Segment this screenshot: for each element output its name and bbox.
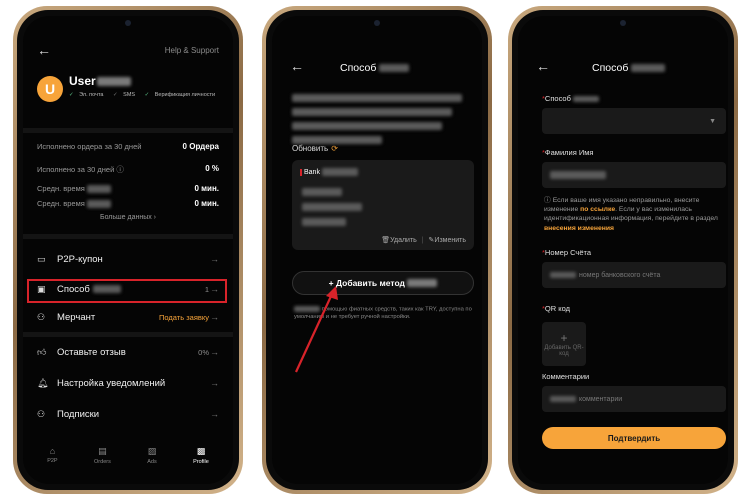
profile-screen: ← Help & Support U User ✓ Эл. почта ✓ SM…: [23, 16, 233, 484]
help-support-link[interactable]: Help & Support: [165, 46, 219, 55]
back-arrow-icon[interactable]: ←: [37, 42, 51, 58]
refresh-button[interactable]: Обновить ⟳: [292, 144, 338, 153]
delete-button[interactable]: 🗑︎Удалить: [381, 237, 417, 244]
trash-icon: 🗑︎: [381, 237, 391, 244]
qr-label: *QR код: [542, 304, 571, 313]
bank-name: Bank: [300, 168, 358, 176]
red-arrow-annotation: [295, 286, 338, 373]
menu-p2p-coupon[interactable]: ▭ P2P-купон →: [37, 248, 219, 270]
camera-dot: [620, 20, 626, 26]
divider: [23, 332, 233, 337]
payment-method-card: Bank 🗑︎Удалить | ✎Изменить: [292, 160, 474, 250]
edit-button[interactable]: ✎Изменить: [429, 237, 466, 244]
orders-icon: ▤: [98, 446, 107, 456]
card-actions: 🗑︎Удалить | ✎Изменить: [381, 237, 466, 244]
highlight-box: [27, 279, 227, 303]
plus-icon: +: [560, 331, 568, 345]
avatar: U: [37, 76, 63, 102]
name-label: *Фамилия Имя: [542, 148, 594, 157]
merchant-icon: ⚇: [37, 311, 46, 322]
tab-profile[interactable]: ▩ Profile: [193, 446, 209, 474]
info-icon: ⓘ: [116, 165, 124, 174]
arrow-right-icon: →: [210, 409, 219, 419]
qr-upload-box[interactable]: + Добавить QR-код: [542, 322, 586, 366]
stat-row: Исполнено за 30 дней ⓘ 0 %: [37, 164, 219, 174]
bell-icon: 🔔︎: [37, 377, 49, 388]
confirm-button[interactable]: Подтвердить: [542, 427, 726, 449]
comments-field[interactable]: комментарии: [542, 386, 726, 412]
payment-methods-screen: ← Способ Обновить ⟳ Bank 🗑︎Удалить | ✎Из…: [272, 16, 482, 484]
users-icon: ⚇: [37, 408, 46, 419]
home-icon: ⌂: [49, 446, 56, 456]
thumbs-up-icon: 👍︎: [37, 346, 47, 357]
arrow-right-icon: →: [210, 254, 219, 264]
tab-orders[interactable]: ▤ Orders: [94, 446, 111, 474]
info-icon: ⓘ: [544, 197, 551, 204]
phone-profile: ← Help & Support U User ✓ Эл. почта ✓ SM…: [13, 6, 243, 494]
divider: [23, 234, 233, 239]
tab-bar: ⌂ P2P ▤ Orders ▨ Ads ▩ Profile: [29, 446, 227, 474]
divider: [23, 128, 233, 133]
name-info-text: ⓘ Если ваше имя указано неправильно, вне…: [544, 197, 718, 232]
blurred-description: [292, 94, 462, 144]
back-arrow-icon[interactable]: ←: [290, 58, 304, 74]
account-number-field[interactable]: номер банковского счёта: [542, 262, 726, 288]
comments-label: Комментарии: [542, 372, 590, 381]
stat-row: Средн. время 0 мин.: [37, 184, 219, 194]
check-icon: ✓: [69, 92, 74, 98]
menu-notifications[interactable]: 🔔︎ Настройка уведомлений →: [37, 372, 219, 394]
page-title: Способ: [592, 62, 666, 74]
back-arrow-icon[interactable]: ←: [536, 58, 550, 74]
refresh-icon: ⟳: [331, 144, 338, 153]
tab-ads[interactable]: ▨ Ads: [147, 446, 156, 474]
blurred-card-details: [302, 188, 362, 226]
arrow-right-icon: →: [210, 347, 219, 357]
change-link[interactable]: по ссылке: [580, 206, 615, 213]
menu-subscriptions[interactable]: ⚇ Подписки →: [37, 403, 219, 425]
check-icon: ✓: [144, 92, 150, 98]
arrow-right-icon: →: [210, 312, 219, 322]
more-data-link[interactable]: Больше данных ›: [23, 214, 233, 221]
change-section-link[interactable]: внесения изменения: [544, 225, 614, 232]
menu-merchant[interactable]: ⚇ Мерчант Подать заявку →: [37, 306, 219, 328]
coupon-icon: ▭: [37, 253, 46, 264]
caret-down-icon: ▼: [709, 117, 716, 125]
method-label: *Способ: [542, 94, 599, 103]
phone-payment-methods: ← Способ Обновить ⟳ Bank 🗑︎Удалить | ✎Из…: [262, 6, 492, 494]
ads-icon: ▨: [147, 446, 157, 456]
camera-dot: [374, 20, 380, 26]
stat-row: Средн. время 0 мин.: [37, 199, 219, 209]
menu-feedback[interactable]: 👍︎ Оставьте отзыв 0% →: [37, 341, 219, 363]
chat-icon: ▩: [196, 446, 206, 456]
add-method-screen: ← Способ *Способ ▼ *Фамилия Имя ⓘ Если в…: [518, 16, 728, 484]
phone-add-method-form: ← Способ *Способ ▼ *Фамилия Имя ⓘ Если в…: [508, 6, 738, 494]
account-number-label: *Номер Счёта: [542, 248, 592, 257]
check-icon: ✓: [113, 92, 118, 98]
arrow-right-icon: →: [210, 378, 219, 388]
verification-badges: ✓ Эл. почта ✓ SMS ✓ Верификация личности: [69, 92, 216, 98]
stat-row: Исполнено ордера за 30 дней 0 Ордера: [37, 142, 219, 151]
name-field[interactable]: [542, 162, 726, 188]
page-title: Способ: [340, 62, 410, 74]
username: User: [69, 74, 131, 88]
tab-p2p[interactable]: ⌂ P2P: [47, 446, 57, 474]
method-select[interactable]: ▼: [542, 108, 726, 134]
camera-dot: [125, 20, 131, 26]
